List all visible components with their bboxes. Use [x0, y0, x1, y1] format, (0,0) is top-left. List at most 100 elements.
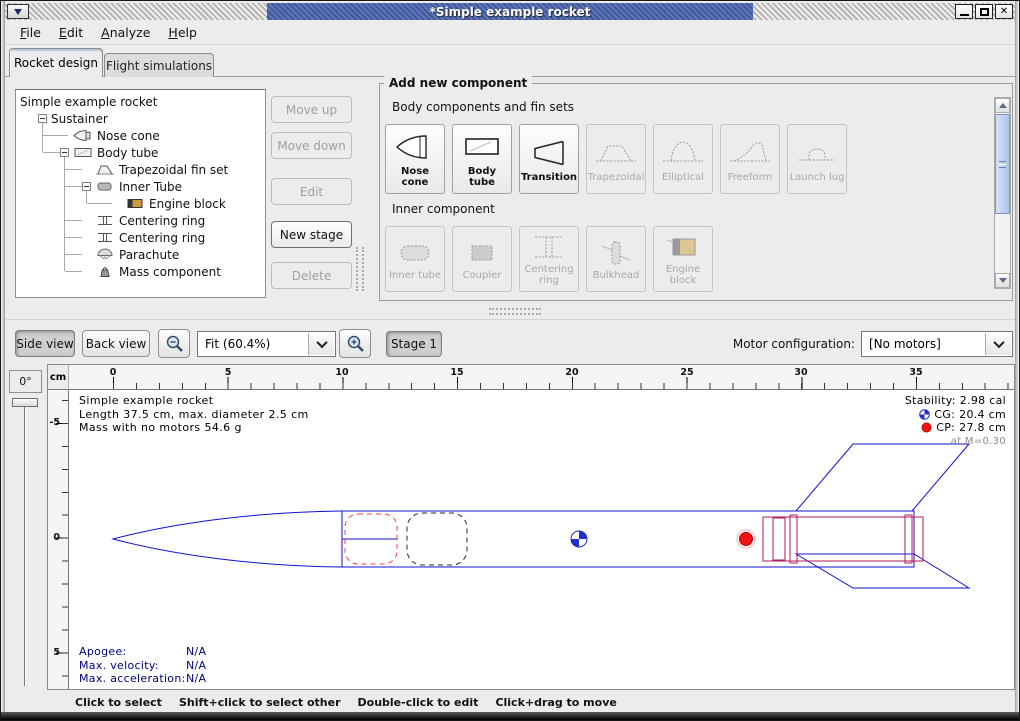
- add-body-tube-button[interactable]: Body tube: [452, 124, 512, 194]
- tab-flight-simulations[interactable]: Flight simulations: [104, 53, 214, 77]
- tree-item-fin-set[interactable]: Trapezoidal fin set: [16, 161, 265, 178]
- ruler-unit-label: cm: [48, 365, 69, 390]
- fin-bottom-outline: [796, 554, 969, 588]
- rotation-angle-field[interactable]: 0°: [9, 370, 42, 393]
- menu-bar: File Edit Analyze Help: [5, 20, 1015, 45]
- trapezoidal-fin-icon: [594, 136, 638, 170]
- menu-file[interactable]: File: [11, 22, 50, 43]
- nose-cone-icon: [73, 129, 93, 142]
- add-bulkhead-label: Bulkhead: [593, 270, 640, 281]
- vertical-splitter-grip[interactable]: [356, 247, 364, 291]
- tree-item-sustainer[interactable]: Sustainer: [16, 110, 265, 127]
- collapse-icon[interactable]: [82, 182, 91, 191]
- move-down-button: Move down: [271, 132, 352, 159]
- engine-block-icon: [125, 197, 145, 210]
- add-elliptical-label: Elliptical: [662, 172, 704, 183]
- tree-item-body-tube-label: Body tube: [97, 146, 158, 160]
- window-menu-button[interactable]: [7, 4, 29, 19]
- motor-configuration-combobox[interactable]: [No motors]: [861, 331, 1013, 357]
- zoom-combo-arrow[interactable]: [308, 333, 334, 355]
- mass-component-icon: [95, 265, 115, 278]
- rocket-drawing: [69, 390, 1014, 689]
- minimize-icon: [960, 14, 969, 16]
- motor-combo-arrow[interactable]: [985, 333, 1011, 355]
- zoom-out-button[interactable]: [158, 329, 190, 358]
- add-freeform-button: Freeform: [720, 124, 780, 194]
- title-bar[interactable]: *Simple example rocket ✕: [5, 3, 1015, 20]
- h-tick-label: 10: [335, 367, 348, 378]
- tree-item-centering-ring-2[interactable]: Centering ring: [16, 229, 265, 246]
- menu-analyze[interactable]: Analyze: [92, 22, 159, 43]
- add-inner-tube-label: Inner tube: [389, 270, 441, 281]
- add-inner-tube-button: Inner tube: [385, 226, 445, 292]
- tree-item-centering-ring-2-label: Centering ring: [119, 231, 205, 245]
- tree-item-parachute-label: Parachute: [119, 248, 179, 262]
- add-launch-lug-button: Launch lug: [787, 124, 847, 194]
- rotation-slider-handle[interactable]: [12, 398, 38, 407]
- h-tick-label: 15: [450, 367, 463, 378]
- move-up-button: Move up: [271, 96, 352, 123]
- tab-rocket-design[interactable]: Rocket design: [9, 48, 103, 77]
- h-tick-label: 35: [909, 367, 922, 378]
- menu-edit[interactable]: Edit: [50, 22, 92, 43]
- add-launch-lug-label: Launch lug: [790, 172, 845, 183]
- maximize-button[interactable]: [975, 4, 993, 19]
- motor-configuration-value: [No motors]: [869, 337, 941, 351]
- collapse-icon[interactable]: [60, 148, 69, 157]
- collapse-icon[interactable]: [38, 114, 47, 123]
- scroll-down-button[interactable]: [995, 273, 1010, 288]
- menu-help[interactable]: Help: [159, 22, 206, 43]
- close-button[interactable]: ✕: [995, 4, 1013, 19]
- rotation-slider-track[interactable]: [24, 403, 26, 686]
- tree-item-nose-cone-label: Nose cone: [97, 129, 160, 143]
- rocket-design-canvas[interactable]: Simple example rocket Length 37.5 cm, ma…: [69, 390, 1014, 689]
- window-menu-icon: [14, 9, 22, 15]
- stage-1-toggle[interactable]: Stage 1: [386, 331, 442, 357]
- scroll-up-button[interactable]: [995, 98, 1010, 113]
- window-title: *Simple example rocket: [430, 5, 591, 19]
- component-tree[interactable]: Simple example rocket Sustainer Nose con…: [15, 89, 266, 298]
- tree-item-body-tube[interactable]: Body tube: [16, 144, 265, 161]
- app-window: *Simple example rocket ✕ File Edit Analy…: [0, 0, 1020, 721]
- tree-item-parachute[interactable]: Parachute: [16, 246, 265, 263]
- vertical-ruler: -5 0 5: [48, 390, 69, 689]
- new-stage-button[interactable]: New stage: [271, 221, 352, 248]
- component-panel-scrollbar[interactable]: [994, 97, 1011, 289]
- minimize-button[interactable]: [955, 4, 973, 19]
- tree-item-inner-tube[interactable]: Inner Tube: [16, 178, 265, 195]
- zoom-level-combobox[interactable]: Fit (60.4%): [197, 331, 336, 357]
- scroll-up-icon: [999, 103, 1007, 108]
- tree-item-centering-ring-1[interactable]: Centering ring: [16, 212, 265, 229]
- tree-item-rocket[interactable]: Simple example rocket: [16, 93, 265, 110]
- scrollbar-thumb[interactable]: [995, 114, 1010, 214]
- centering-ring-icon: [527, 232, 571, 262]
- tree-item-mass-component[interactable]: Mass component: [16, 263, 265, 280]
- add-engine-block-label: Engine block: [655, 264, 711, 286]
- status-bar: Click to select Shift+click to select ot…: [5, 691, 1015, 714]
- add-component-title: Add new component: [384, 76, 532, 90]
- stability-label: Stability:: [905, 394, 956, 408]
- add-nose-cone-button[interactable]: Nose cone: [385, 124, 445, 194]
- inner-tube-icon: [95, 180, 115, 193]
- h-tick-label: 0: [110, 367, 117, 378]
- add-trapezoidal-label: Trapezoidal: [588, 172, 645, 183]
- hint-click-drag: Click+drag to move: [495, 696, 616, 709]
- horizontal-splitter[interactable]: [5, 303, 1015, 319]
- tree-item-nose-cone[interactable]: Nose cone: [16, 127, 265, 144]
- tab-flight-simulations-label: Flight simulations: [106, 59, 212, 73]
- inner-component-label: Inner component: [392, 202, 495, 216]
- zoom-in-button[interactable]: [339, 329, 371, 358]
- cg-legend-icon: [919, 409, 930, 420]
- centering-ring-1-outline: [790, 515, 797, 563]
- rotation-angle-value: 0°: [19, 375, 32, 388]
- body-tube-icon: [460, 130, 504, 164]
- back-view-button[interactable]: Back view: [82, 330, 150, 357]
- hint-click-select: Click to select: [75, 696, 162, 709]
- tree-item-engine-block[interactable]: Engine block: [16, 195, 265, 212]
- add-transition-button[interactable]: Transition: [519, 124, 579, 194]
- cg-label: CG:: [934, 408, 955, 422]
- side-view-button[interactable]: Side view: [15, 330, 75, 357]
- scrollbar-grip-icon: [999, 161, 1006, 168]
- zoom-level-value: Fit (60.4%): [205, 337, 270, 351]
- apogee-label: Apogee:: [79, 645, 186, 659]
